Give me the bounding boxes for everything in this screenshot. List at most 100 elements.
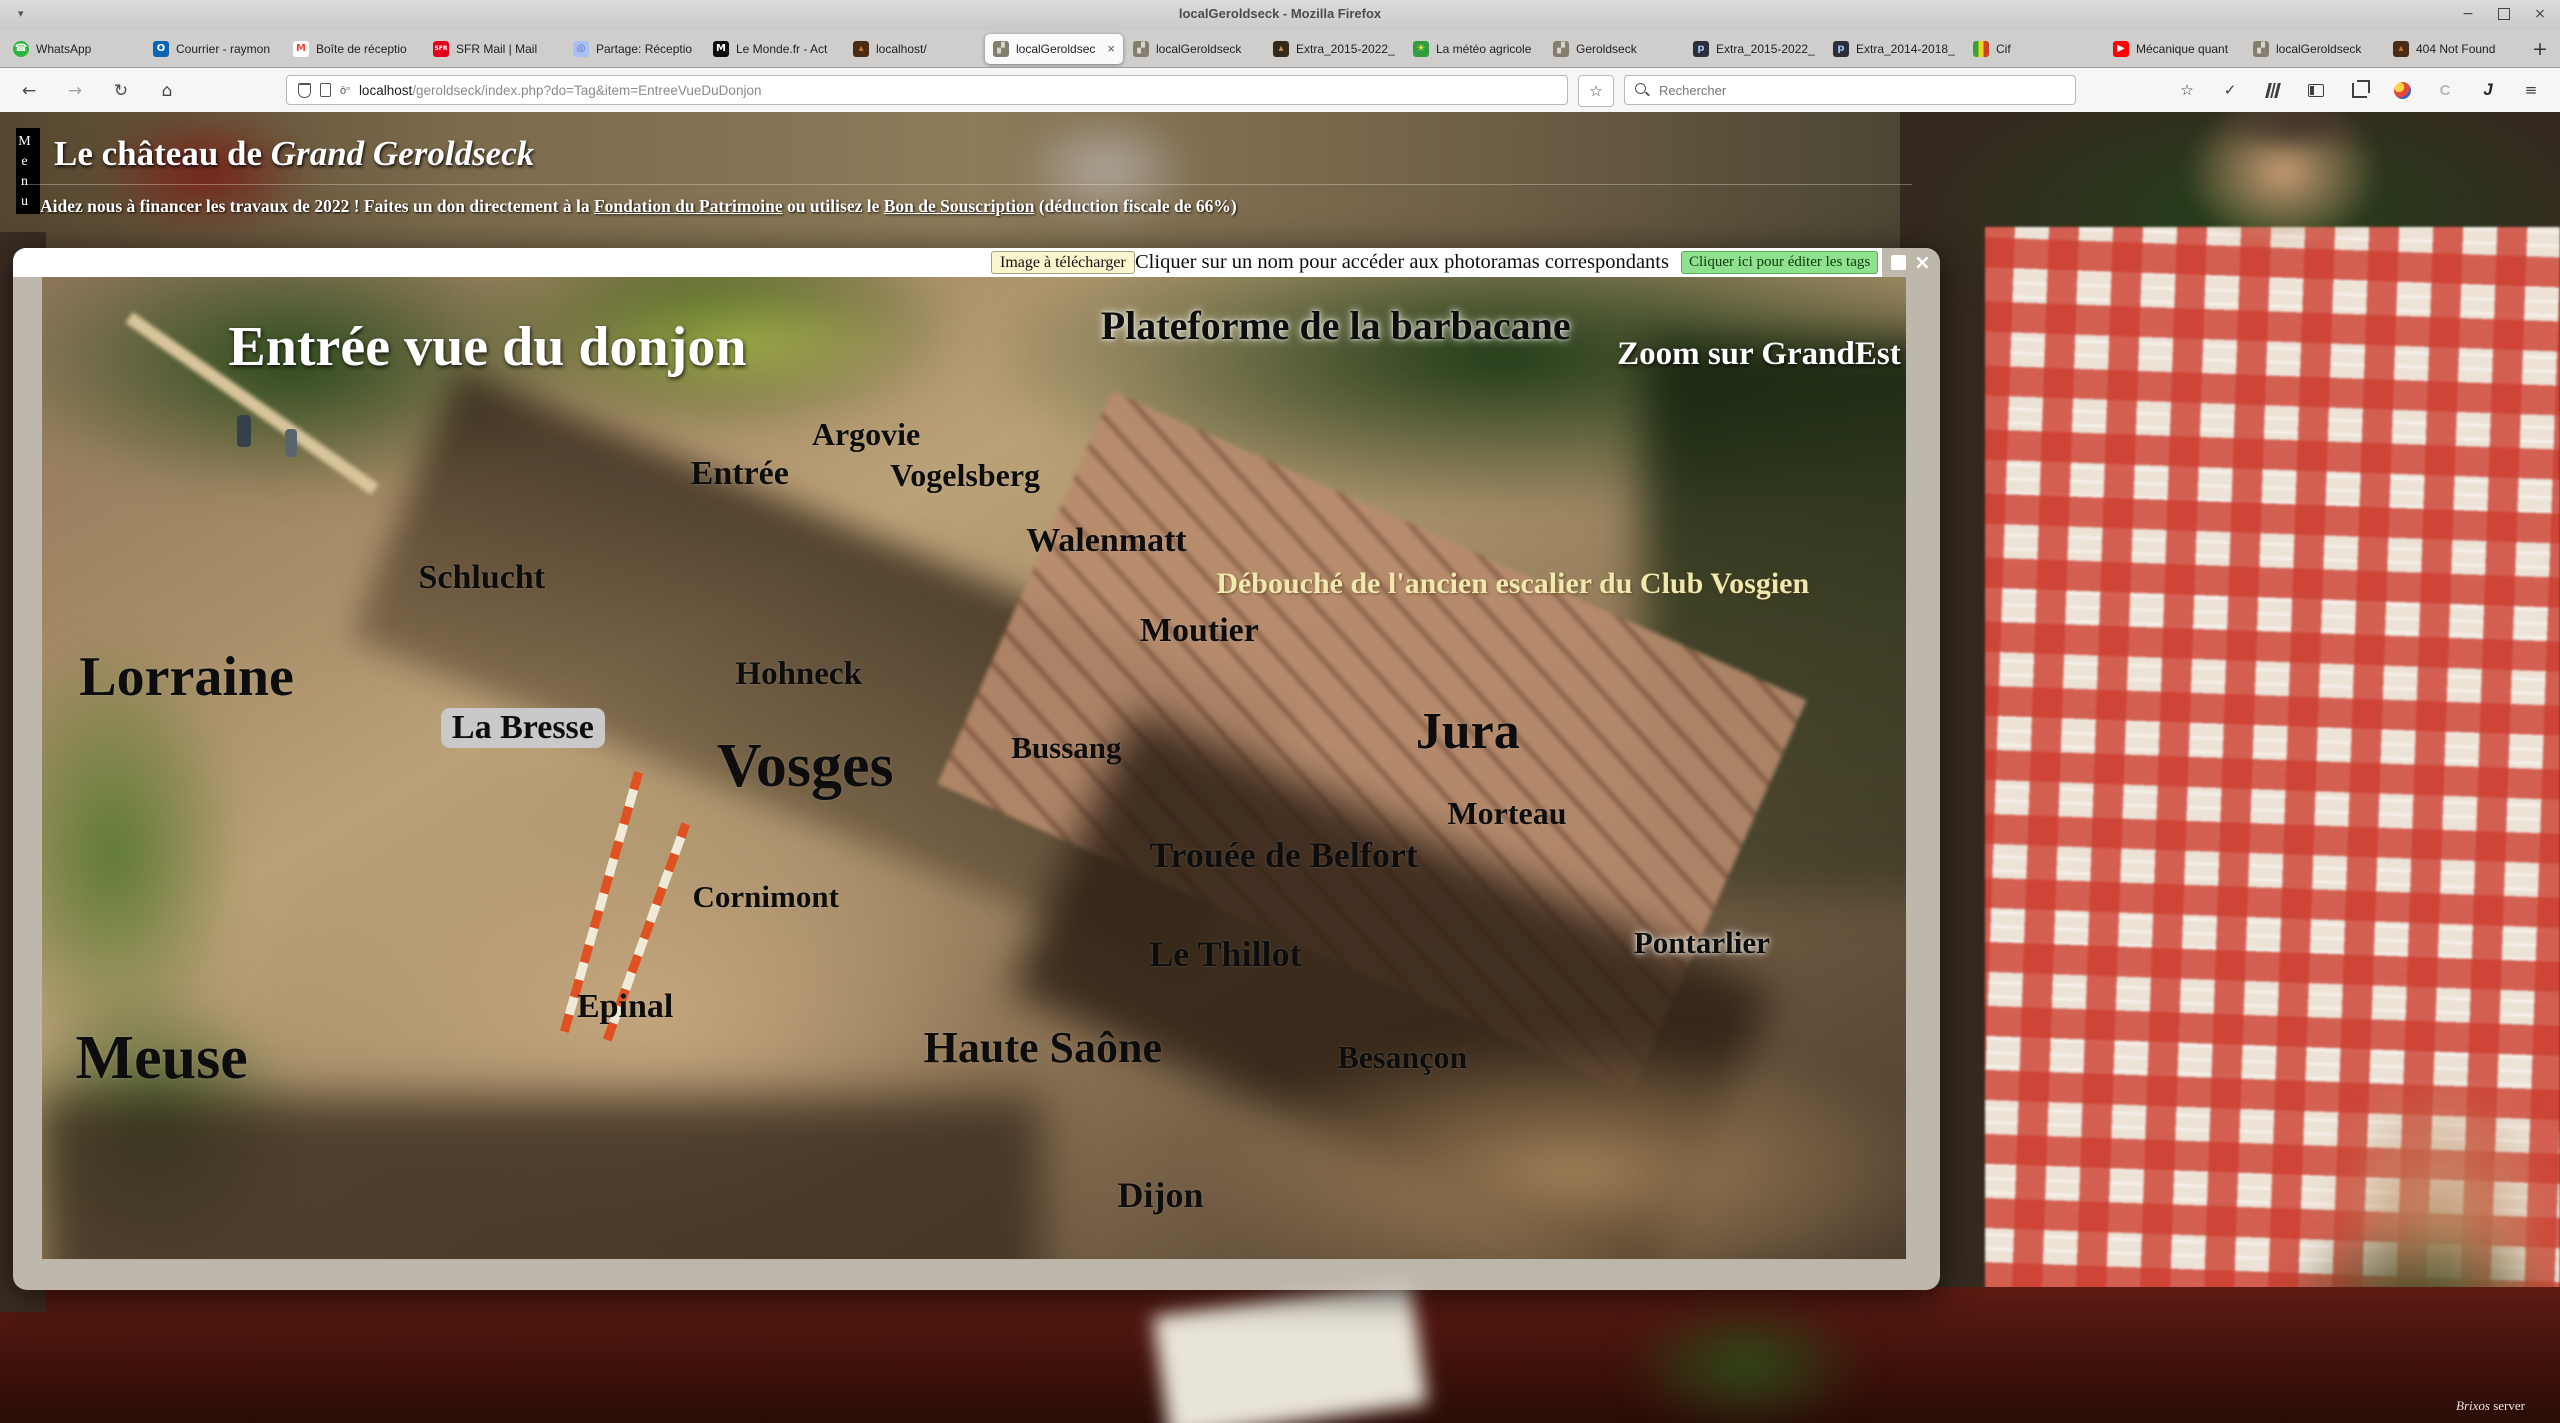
lemonde-favicon: M — [713, 41, 729, 57]
donation-appeal: Aidez nous à financer les travaux de 202… — [40, 196, 1237, 217]
minimize-button[interactable]: − — [2458, 4, 2478, 24]
photo-tag-schlucht[interactable]: Schlucht — [419, 561, 546, 595]
url-text[interactable]: localhost/geroldseck/index.php?do=Tag&it… — [359, 83, 762, 98]
download-image-button[interactable]: Image à télécharger — [991, 251, 1135, 274]
tab-strip: ☎WhatsAppOCourrier - raymonMBoîte de réc… — [0, 30, 2560, 68]
tab-label: Courrier - raymon — [176, 42, 275, 56]
tab-close-button[interactable]: × — [1107, 41, 1115, 56]
extension-c-icon[interactable]: C — [2434, 77, 2456, 103]
photo-tag-entree-vue-du-donjon[interactable]: Entrée vue du donjon — [228, 319, 746, 375]
photo-tag-moutier[interactable]: Moutier — [1140, 614, 1259, 648]
bookmark-star-button[interactable]: ☆ — [1578, 75, 1614, 107]
url-host: localhost — [359, 83, 412, 98]
navigation-toolbar: ← → ↻ ⌂ ō⁼ localhost/geroldseck/index.ph… — [0, 68, 2560, 115]
photo-tag-pontarlier[interactable]: Pontarlier — [1634, 927, 1770, 958]
page-title: Le château de Grand Geroldseck — [54, 134, 534, 174]
photo-tag-bussang[interactable]: Bussang — [1011, 732, 1121, 763]
pdf-favicon: p — [1833, 41, 1849, 57]
tab-cif[interactable]: Cif — [1965, 34, 2103, 64]
tab-partage-receptio[interactable]: ◎Partage: Réceptio — [565, 34, 703, 64]
hamburger-menu-icon[interactable]: ≡ — [2520, 77, 2542, 103]
tab-extra-2014-2018[interactable]: p Extra_2014-2018_ — [1825, 34, 1963, 64]
tab-courrier-raymon[interactable]: OCourrier - raymon — [145, 34, 283, 64]
tab-mecanique-quant[interactable]: ▶Mécanique quant — [2105, 34, 2243, 64]
tab-localgeroldseck[interactable]: ▞localGeroldseck — [1125, 34, 1263, 64]
tab-localgeroldseck[interactable]: ▞localGeroldseck — [2245, 34, 2383, 64]
photo-tag-la-bresse[interactable]: La Bresse — [441, 708, 605, 748]
dialog-instruction: Cliquer sur un nom pour accéder aux phot… — [1135, 248, 1669, 277]
photo-tag-besancon[interactable]: Besançon — [1337, 1041, 1467, 1073]
extension-colorball-icon[interactable] — [2391, 77, 2413, 103]
dialog-close-icon[interactable]: × — [1914, 250, 1931, 274]
photo-tag-debouche-de-l-ancien-escalier-du-club-vosgien[interactable]: Débouché de l'ancien escalier du Club Vo… — [1216, 569, 1809, 599]
search-input[interactable] — [1657, 82, 2065, 99]
tab-label: Cif — [1996, 42, 2095, 56]
photo-tag-hohneck[interactable]: Hohneck — [735, 658, 862, 691]
pdf-favicon: p — [1693, 41, 1709, 57]
photo-tag-lorraine[interactable]: Lorraine — [79, 649, 294, 705]
photo-tag-dijon[interactable]: Dijon — [1118, 1177, 1204, 1213]
tab-extra-2015-2022[interactable]: ▴Extra_2015-2022_ — [1265, 34, 1403, 64]
photo-tag-entree[interactable]: Entrée — [691, 457, 789, 491]
castle-favicon: ▞ — [1553, 41, 1569, 57]
tab-label: 404 Not Found — [2416, 42, 2515, 56]
tab-extra-2015-2022[interactable]: pExtra_2015-2022_ — [1685, 34, 1823, 64]
photo-tag-argovie[interactable]: Argovie — [812, 418, 920, 450]
screenshot-crop-icon[interactable] — [2348, 77, 2370, 103]
photo-tag-cornimont[interactable]: Cornimont — [693, 881, 839, 912]
menu-vertical-tab[interactable]: Menu — [16, 128, 40, 214]
maximize-button[interactable] — [2494, 4, 2514, 24]
appeal-text-after: (déduction fiscale de 66%) — [1034, 196, 1236, 216]
shield-check-icon[interactable]: ✓ — [2219, 77, 2241, 103]
sidebar-icon[interactable] — [2305, 77, 2327, 103]
site-photo-favicon: ▴ — [853, 41, 869, 57]
photo-tag-walenmatt[interactable]: Walenmatt — [1026, 524, 1187, 558]
tab-sfr-mail-mail[interactable]: SFRSFR Mail | Mail — [425, 34, 563, 64]
back-button[interactable]: ← — [14, 77, 44, 105]
souscription-link[interactable]: Bon de Souscription — [884, 196, 1035, 216]
dialog-resize-button[interactable] — [1891, 255, 1906, 270]
account-icon[interactable]: ☆ — [2176, 77, 2198, 103]
reload-button[interactable]: ↻ — [106, 77, 136, 105]
tab-404-not-found[interactable]: ▴404 Not Found — [2385, 34, 2523, 64]
edit-tags-button[interactable]: Cliquer ici pour éditer les tags — [1681, 251, 1878, 274]
tab-la-meteo-agricole[interactable]: ☀La météo agricole — [1405, 34, 1543, 64]
url-bar[interactable]: ō⁼ localhost/geroldseck/index.php?do=Tag… — [286, 75, 1568, 105]
photo-tag-jura[interactable]: Jura — [1416, 706, 1520, 758]
permissions-icon[interactable]: ō⁼ — [340, 84, 350, 97]
tab-boite-de-receptio[interactable]: MBoîte de réceptio — [285, 34, 423, 64]
photo-tag-meuse[interactable]: Meuse — [76, 1027, 248, 1089]
castle-favicon: ▞ — [2253, 41, 2269, 57]
photo-tag-trouee-de-belfort[interactable]: Trouée de Belfort — [1149, 837, 1418, 873]
photo-worker-2 — [285, 429, 297, 457]
photo-tag-vosges[interactable]: Vosges — [717, 735, 894, 797]
library-icon[interactable] — [2262, 77, 2284, 103]
photo-tag-plateforme-de-la-barbacane[interactable]: Plateforme de la barbacane — [1101, 306, 1571, 346]
appeal-text: Aidez nous à financer les travaux de 202… — [40, 196, 594, 216]
photo-tag-zoom-sur-grandest[interactable]: Zoom sur GrandEst — [1617, 338, 1901, 371]
new-tab-button[interactable]: + — [2524, 34, 2556, 64]
home-button[interactable]: ⌂ — [152, 77, 182, 105]
tab-localhost[interactable]: ▴localhost/ — [845, 34, 983, 64]
photo-tag-morteau[interactable]: Morteau — [1447, 797, 1566, 829]
close-button[interactable]: × — [2530, 4, 2550, 24]
photo-tag-le-thillot[interactable]: Le Thillot — [1149, 936, 1301, 972]
photo-tag-haute-saone[interactable]: Haute Saône — [924, 1026, 1162, 1070]
tab-label: WhatsApp — [36, 42, 135, 56]
tab-label: Extra_2014-2018_ — [1856, 42, 1955, 56]
weather-favicon: ☀ — [1413, 41, 1429, 57]
photo-tag-vogelsberg[interactable]: Vogelsberg — [890, 459, 1040, 491]
tab-whatsapp[interactable]: ☎WhatsApp — [5, 34, 143, 64]
tab-geroldseck[interactable]: ▞Geroldseck — [1545, 34, 1683, 64]
fondation-link[interactable]: Fondation du Patrimoine — [594, 196, 783, 216]
tab-label: SFR Mail | Mail — [456, 42, 555, 56]
forward-button[interactable]: → — [60, 77, 90, 105]
extension-quill-icon[interactable]: J — [2477, 77, 2499, 103]
photo-tag-epinal[interactable]: Epinal — [577, 990, 673, 1024]
tab-localgeroldsec[interactable]: ▞localGeroldsec× — [985, 34, 1123, 64]
tab-le-monde-fr-act[interactable]: MLe Monde.fr - Act — [705, 34, 843, 64]
tracking-shield-icon[interactable] — [298, 83, 311, 98]
page-title-italic: Grand Geroldseck — [271, 134, 534, 173]
page-info-icon[interactable] — [320, 83, 331, 97]
search-bar[interactable] — [1624, 75, 2076, 105]
